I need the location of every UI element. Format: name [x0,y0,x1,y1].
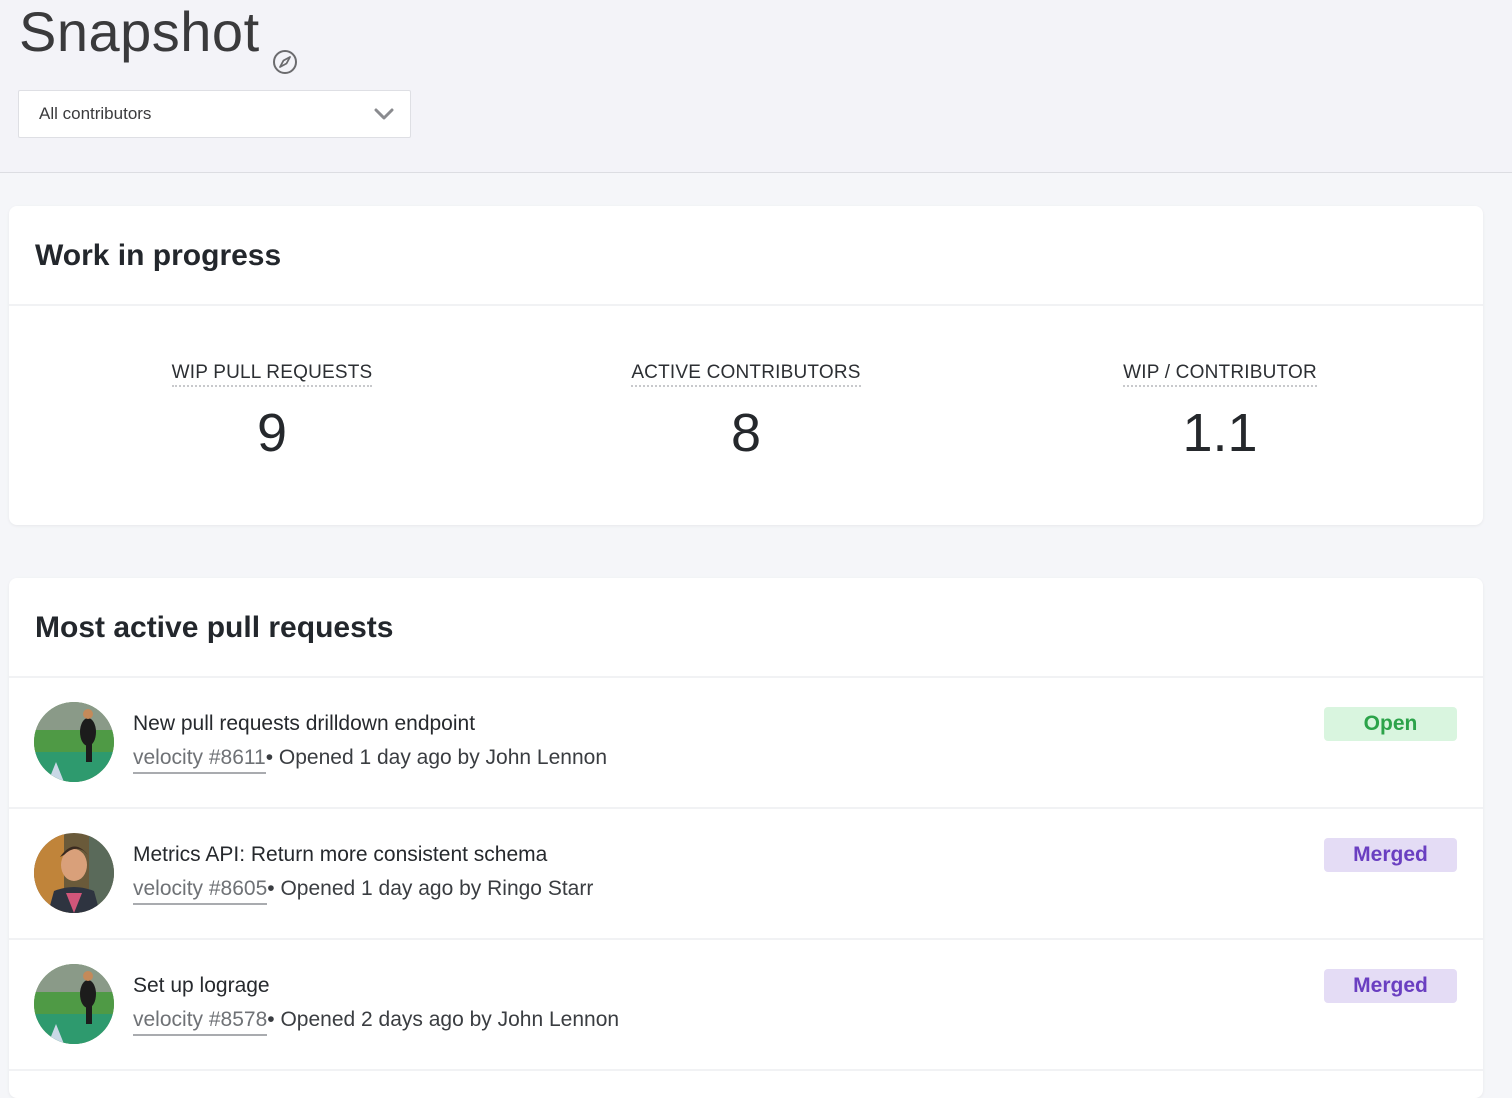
pull-request-link[interactable]: velocity #8611 [133,746,266,774]
avatar [34,964,114,1044]
stat-wip-pull-requests: WIP PULL REQUESTS 9 [72,306,472,461]
status-badge-open: Open [1324,707,1457,741]
card-title: Work in progress [35,239,282,272]
status-badge-merged: Merged [1324,969,1457,1003]
pull-request-link[interactable]: velocity #8605 [133,877,268,905]
stat-active-contributors: ACTIVE CONTRIBUTORS 8 [546,306,946,461]
card-header: Work in progress [9,206,1483,306]
contributor-select[interactable]: All contributors [18,90,411,138]
pull-request-row: Set up lograge velocity #8578• Opened 2 … [9,940,1483,1071]
stat-label[interactable]: WIP PULL REQUESTS [171,362,373,387]
stat-wip-per-contributor: WIP / CONTRIBUTOR 1.1 [1020,306,1420,461]
work-in-progress-card: Work in progress WIP PULL REQUESTS 9 ACT… [9,206,1483,525]
avatar [34,833,114,913]
avatar [34,702,114,782]
card-title: Most active pull requests [35,611,394,644]
pull-request-title[interactable]: Set up lograge [133,974,270,998]
pull-request-details: • Opened 1 day ago by Ringo Starr [267,877,594,900]
stat-value: 9 [256,403,288,463]
pull-request-link[interactable]: velocity #8578 [133,1008,268,1036]
page-title-text: Snapshot [19,0,260,63]
most-active-pull-requests-card: Most active pull requests New pull reque… [9,578,1483,1098]
pull-request-title[interactable]: New pull requests drilldown endpoint [133,712,475,736]
pull-request-row: New pull requests drilldown endpoint vel… [9,678,1483,809]
pull-request-details: • Opened 1 day ago by John Lennon [265,746,607,769]
pull-request-meta: velocity #8611• Opened 1 day ago by John… [133,746,607,774]
pull-request-title[interactable]: Metrics API: Return more consistent sche… [133,843,547,867]
pull-request-row: Metrics API: Return more consistent sche… [9,809,1483,940]
pull-request-details: • Opened 2 days ago by John Lennon [267,1008,620,1031]
compass-icon[interactable] [272,24,298,74]
stat-value: 1.1 [1182,403,1258,463]
wip-stats: WIP PULL REQUESTS 9 ACTIVE CONTRIBUTORS … [9,306,1483,523]
chevron-down-icon [374,108,394,120]
stat-label[interactable]: WIP / CONTRIBUTOR [1123,362,1317,387]
page-title: Snapshot [19,0,298,74]
pull-request-meta: velocity #8605• Opened 1 day ago by Ring… [133,877,594,905]
card-header: Most active pull requests [9,578,1483,678]
stat-value: 8 [730,403,762,463]
stat-label[interactable]: ACTIVE CONTRIBUTORS [631,362,861,387]
pull-request-meta: velocity #8578• Opened 2 days ago by Joh… [133,1008,620,1036]
page-header: Snapshot All contributors [0,0,1512,173]
status-badge-merged: Merged [1324,838,1457,872]
contributor-select-value: All contributors [39,104,152,123]
